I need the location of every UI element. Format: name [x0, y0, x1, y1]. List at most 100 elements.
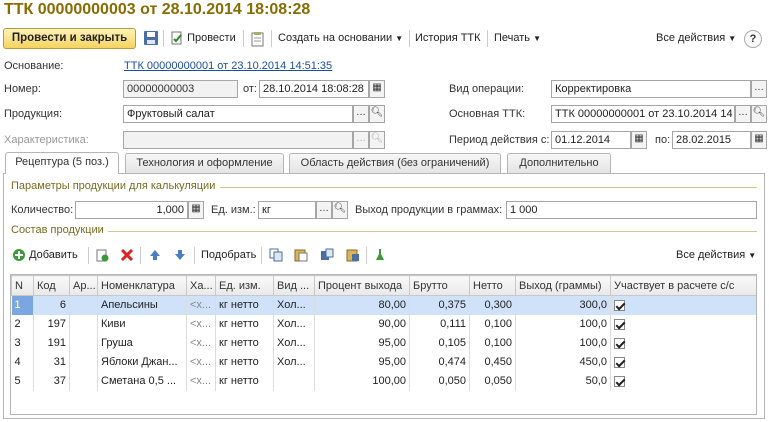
column-header[interactable]: Процент выхода: [314, 275, 410, 296]
table-cell[interactable]: [69, 352, 98, 372]
column-header[interactable]: Номенклатура: [97, 275, 187, 296]
unit-select-icon[interactable]: …: [316, 201, 332, 219]
operation-field[interactable]: Корректировка: [551, 80, 751, 98]
table-cell[interactable]: Сметана 0,5 ...: [97, 371, 187, 391]
table-cell[interactable]: 31: [33, 352, 70, 372]
include-cost-checkbox[interactable]: [610, 352, 756, 372]
table-cell[interactable]: 0,474: [409, 352, 470, 372]
table-cell[interactable]: 2: [11, 314, 34, 334]
main-ttk-search-icon[interactable]: 🔍︎: [751, 105, 767, 123]
include-cost-checkbox[interactable]: [610, 333, 756, 353]
main-ttk-select-icon[interactable]: …: [735, 105, 751, 123]
column-header[interactable]: Участвует в расчете с/с: [610, 275, 756, 296]
table-cell[interactable]: 6: [33, 295, 70, 315]
table-cell[interactable]: Хол...: [273, 352, 315, 372]
column-header[interactable]: N: [11, 275, 34, 296]
table-cell[interactable]: 0,100: [469, 333, 516, 353]
paste-icon[interactable]: [294, 248, 308, 265]
tab-additional[interactable]: Дополнительно: [507, 153, 611, 173]
create-based-on-menu[interactable]: Создать на основании ▼: [278, 28, 403, 49]
table-cell[interactable]: 80,00: [314, 295, 410, 315]
basis-link[interactable]: ТТК 00000000001 от 23.10.2014 14:51:35: [124, 60, 332, 72]
column-header[interactable]: Ха...: [186, 275, 216, 296]
table-cell[interactable]: 100,0: [515, 333, 611, 353]
column-header[interactable]: Выход (граммы): [515, 275, 611, 296]
quantity-field[interactable]: 1,000: [75, 201, 188, 219]
column-header[interactable]: Брутто: [409, 275, 470, 296]
table-cell[interactable]: 95,00: [314, 333, 410, 353]
main-ttk-field[interactable]: ТТК 00000000001 от 23.10.2014 14: [551, 105, 735, 123]
table-cell[interactable]: Хол...: [273, 295, 315, 315]
table-row[interactable]: 5 37 Сметана 0,5 ... <х... кг нетто 100,00 0,0…: [11, 371, 756, 391]
include-cost-checkbox[interactable]: [610, 314, 756, 334]
table-cell[interactable]: 95,00: [314, 352, 410, 372]
product-select-icon[interactable]: …: [353, 105, 369, 123]
table-cell[interactable]: 197: [33, 314, 70, 334]
post-and-close-button[interactable]: Провести и закрыть: [3, 28, 136, 49]
table-cell[interactable]: Яблоки Джан...: [97, 352, 187, 372]
table-cell[interactable]: 4: [11, 352, 34, 372]
table-cell[interactable]: 100,0: [515, 314, 611, 334]
table-row[interactable]: 3 191 Груша <х... кг нетто Хол... 95,00 0,105 0,…: [11, 333, 756, 353]
calculator-icon[interactable]: ▦: [188, 201, 204, 219]
include-cost-checkbox[interactable]: [610, 295, 756, 315]
table-row[interactable]: 2 197 Киви <х... кг нетто Хол... 90,00 0,111 0,1…: [11, 314, 756, 334]
table-cell[interactable]: 3: [11, 333, 34, 353]
table-cell[interactable]: [69, 333, 98, 353]
table-cell[interactable]: 0,050: [469, 371, 516, 391]
table-cell[interactable]: 0,105: [409, 333, 470, 353]
table-cell[interactable]: 90,00: [314, 314, 410, 334]
calendar-icon[interactable]: ▦: [751, 131, 767, 149]
number-field[interactable]: 00000000003: [123, 80, 238, 98]
export-icon[interactable]: [320, 248, 334, 265]
table-cell[interactable]: кг нетто: [215, 295, 274, 315]
history-button[interactable]: История ТТК: [415, 28, 481, 49]
column-header[interactable]: Код: [33, 275, 70, 296]
pick-button[interactable]: Подобрать: [201, 245, 256, 266]
add-row-button[interactable]: Добавить: [12, 245, 78, 266]
post-button[interactable]: Провести: [170, 28, 236, 49]
product-search-icon[interactable]: 🔍︎: [369, 105, 385, 123]
table-cell[interactable]: <х...: [186, 352, 216, 372]
product-field[interactable]: Фруктовый салат: [123, 105, 353, 123]
tab-recipe[interactable]: Рецептура (5 поз.): [5, 152, 119, 174]
delete-icon[interactable]: [120, 248, 134, 265]
table-cell[interactable]: кг нетто: [215, 314, 274, 334]
table-cell[interactable]: 0,100: [469, 314, 516, 334]
table-cell[interactable]: <х...: [186, 371, 216, 391]
table-cell[interactable]: Груша: [97, 333, 187, 353]
save-icon[interactable]: [143, 30, 159, 46]
table-cell[interactable]: 0,050: [409, 371, 470, 391]
fill-icon[interactable]: [373, 248, 387, 265]
table-cell[interactable]: кг нетто: [215, 371, 274, 391]
table-cell[interactable]: [69, 295, 98, 315]
copy-row-icon[interactable]: [95, 248, 109, 265]
report-icon[interactable]: [250, 31, 266, 47]
table-cell[interactable]: кг нетто: [215, 352, 274, 372]
table-cell[interactable]: 450,0: [515, 352, 611, 372]
unit-search-icon[interactable]: 🔍︎: [332, 201, 348, 219]
table-cell[interactable]: 0,375: [409, 295, 470, 315]
table-row[interactable]: 4 31 Яблоки Джан... <х... кг нетто Хол... 95,0…: [11, 352, 756, 372]
include-cost-checkbox[interactable]: [610, 371, 756, 391]
table-cell[interactable]: [273, 371, 315, 391]
table-cell[interactable]: <х...: [186, 314, 216, 334]
table-cell[interactable]: <х...: [186, 333, 216, 353]
table-cell[interactable]: 50,0: [515, 371, 611, 391]
table-cell[interactable]: 0,300: [469, 295, 516, 315]
table-cell[interactable]: Хол...: [273, 333, 315, 353]
table-row[interactable]: 1 6 Апельсины <х... кг нетто Хол... 80,00 0,375…: [11, 295, 756, 315]
period-to-field[interactable]: 28.02.2015: [672, 131, 751, 149]
table-cell[interactable]: Хол...: [273, 314, 315, 334]
table-cell[interactable]: 300,0: [515, 295, 611, 315]
yield-field[interactable]: 1 000: [506, 201, 757, 219]
calendar-icon[interactable]: ▦: [369, 80, 385, 98]
move-up-icon[interactable]: [148, 248, 162, 265]
table-all-actions-menu[interactable]: Все действия ▼: [676, 245, 756, 266]
column-header[interactable]: Ед. изм.: [215, 275, 274, 296]
calendar-icon[interactable]: ▦: [631, 131, 647, 149]
period-from-field[interactable]: 01.12.2014: [551, 131, 631, 149]
move-down-icon[interactable]: [173, 248, 187, 265]
column-header[interactable]: Вид ...: [273, 275, 315, 296]
table-cell[interactable]: 1: [11, 295, 34, 315]
